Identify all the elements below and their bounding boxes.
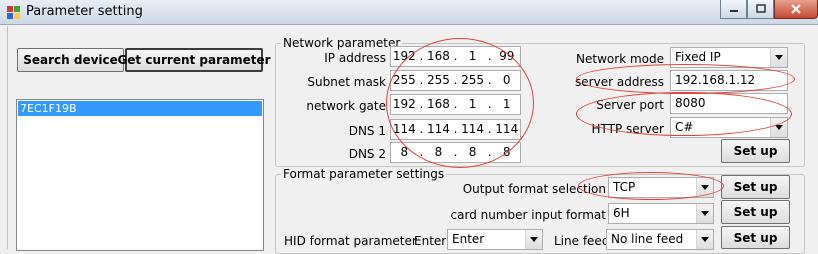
http-server-select[interactable]: C#: [670, 117, 788, 138]
ip-dot: .: [419, 49, 424, 63]
network-setup-button[interactable]: Set up: [721, 139, 790, 163]
card-number-format-select[interactable]: 6H: [608, 203, 714, 224]
server-port-field[interactable]: 8080: [670, 93, 788, 114]
output-format-label: Output format selection: [462, 182, 606, 196]
chevron-down-icon: [701, 185, 709, 190]
http-server-label: HTTP server: [591, 122, 664, 136]
dropdown-button[interactable]: [770, 48, 787, 67]
ip-dot: .: [453, 145, 458, 159]
network-gate-field[interactable]: 192. 168. 1. 1: [390, 94, 521, 115]
ip-dot: .: [453, 97, 458, 111]
ip-octet: 8: [468, 145, 477, 159]
ip-octet: 255: [392, 73, 416, 87]
ip-dot: .: [487, 49, 492, 63]
ip-octet: 1: [502, 97, 511, 111]
network-gate-label: network gate: [306, 99, 386, 113]
dropdown-button[interactable]: [770, 118, 787, 137]
output-format-setup-button[interactable]: Set up: [721, 175, 790, 199]
get-current-parameter-button[interactable]: Get current parameter: [117, 48, 271, 72]
ip-dot: .: [453, 49, 458, 63]
ip-octet: 99: [499, 49, 515, 63]
ip-octet: 8: [400, 145, 409, 159]
chevron-down-icon: [775, 125, 783, 130]
ip-octet: 114: [495, 122, 519, 136]
line-feed-select[interactable]: No line feed: [606, 229, 714, 250]
title-bar: Parameter setting: [0, 0, 818, 25]
ip-octet: 192: [392, 49, 416, 63]
ip-octet: 255: [426, 73, 450, 87]
enter-value: Enter: [452, 232, 485, 246]
device-list[interactable]: 7EC1F19B: [16, 99, 264, 251]
ip-octet: 8: [502, 145, 511, 159]
dropdown-button[interactable]: [525, 230, 542, 249]
server-address-label: server address: [575, 75, 664, 89]
enter-select[interactable]: Enter: [447, 229, 543, 250]
line-feed-setup-button[interactable]: Set up: [721, 226, 790, 249]
ip-dot: .: [419, 97, 424, 111]
network-mode-label: Network mode: [576, 52, 664, 66]
subnet-mask-field[interactable]: 255. 255. 255. 0: [390, 70, 521, 91]
ip-octet: 168: [426, 97, 450, 111]
http-server-value: C#: [675, 120, 694, 134]
ip-dot: .: [487, 145, 492, 159]
maximize-icon: [755, 4, 766, 13]
app-icon: [7, 6, 20, 19]
chevron-down-icon: [530, 237, 538, 242]
ip-octet: 1: [468, 49, 477, 63]
chevron-down-icon: [701, 237, 709, 242]
card-number-format-value: 6H: [613, 206, 630, 220]
ip-dot: .: [487, 73, 492, 87]
hid-format-label: HID format parameter: [284, 234, 417, 248]
output-format-select[interactable]: TCP: [608, 177, 714, 198]
search-device-button[interactable]: Search device: [17, 48, 124, 72]
card-number-format-label: card number input format: [450, 208, 606, 222]
ip-octet: 168: [426, 49, 450, 63]
ip-dot: .: [419, 73, 424, 87]
dns1-field[interactable]: 114. 114. 114. 114: [390, 119, 521, 140]
chevron-down-icon: [701, 211, 709, 216]
ip-address-field[interactable]: 192. 168. 1. 99: [390, 46, 521, 67]
ip-dot: .: [453, 73, 458, 87]
network-mode-select[interactable]: Fixed IP: [670, 47, 788, 68]
output-format-value: TCP: [613, 180, 636, 194]
network-parameter-legend: Network parameter: [281, 36, 403, 50]
ip-octet: 114: [461, 122, 485, 136]
minimize-icon: [729, 10, 738, 12]
list-item[interactable]: 7EC1F19B: [18, 101, 262, 116]
dns2-field[interactable]: 8. 8. 8. 8: [390, 142, 521, 163]
ip-octet: 114: [392, 122, 416, 136]
network-mode-value: Fixed IP: [675, 50, 721, 64]
maximize-button[interactable]: [747, 0, 774, 19]
card-format-setup-button[interactable]: Set up: [721, 200, 790, 224]
dns1-label: DNS 1: [348, 124, 386, 138]
ip-octet: 1: [468, 97, 477, 111]
dropdown-button[interactable]: [696, 178, 713, 197]
subnet-mask-label: Subnet mask: [307, 75, 386, 89]
ip-dot: .: [419, 122, 424, 136]
ip-octet: 192: [392, 97, 416, 111]
format-parameter-legend: Format parameter settings: [281, 167, 447, 181]
ip-address-label: IP address: [324, 51, 386, 65]
line-feed-label: Line feed: [554, 234, 610, 248]
dropdown-button[interactable]: [696, 204, 713, 223]
close-button[interactable]: [774, 0, 818, 19]
ip-dot: .: [487, 122, 492, 136]
chevron-down-icon: [775, 55, 783, 60]
dns2-label: DNS 2: [348, 147, 386, 161]
ip-octet: 255: [461, 73, 485, 87]
server-port-label: Server port: [596, 98, 664, 112]
ip-dot: .: [453, 122, 458, 136]
window-title: Parameter setting: [26, 4, 143, 19]
ip-octet: 8: [434, 145, 443, 159]
dropdown-button[interactable]: [696, 230, 713, 249]
close-icon: [791, 4, 801, 14]
ip-dot: .: [487, 97, 492, 111]
server-address-field[interactable]: 192.168.1.12: [670, 70, 788, 91]
ip-octet: 0: [502, 73, 511, 87]
enter-label: Enter: [414, 234, 447, 248]
minimize-button[interactable]: [720, 0, 747, 19]
ip-octet: 114: [426, 122, 450, 136]
ip-dot: .: [419, 145, 424, 159]
line-feed-value: No line feed: [611, 232, 684, 246]
